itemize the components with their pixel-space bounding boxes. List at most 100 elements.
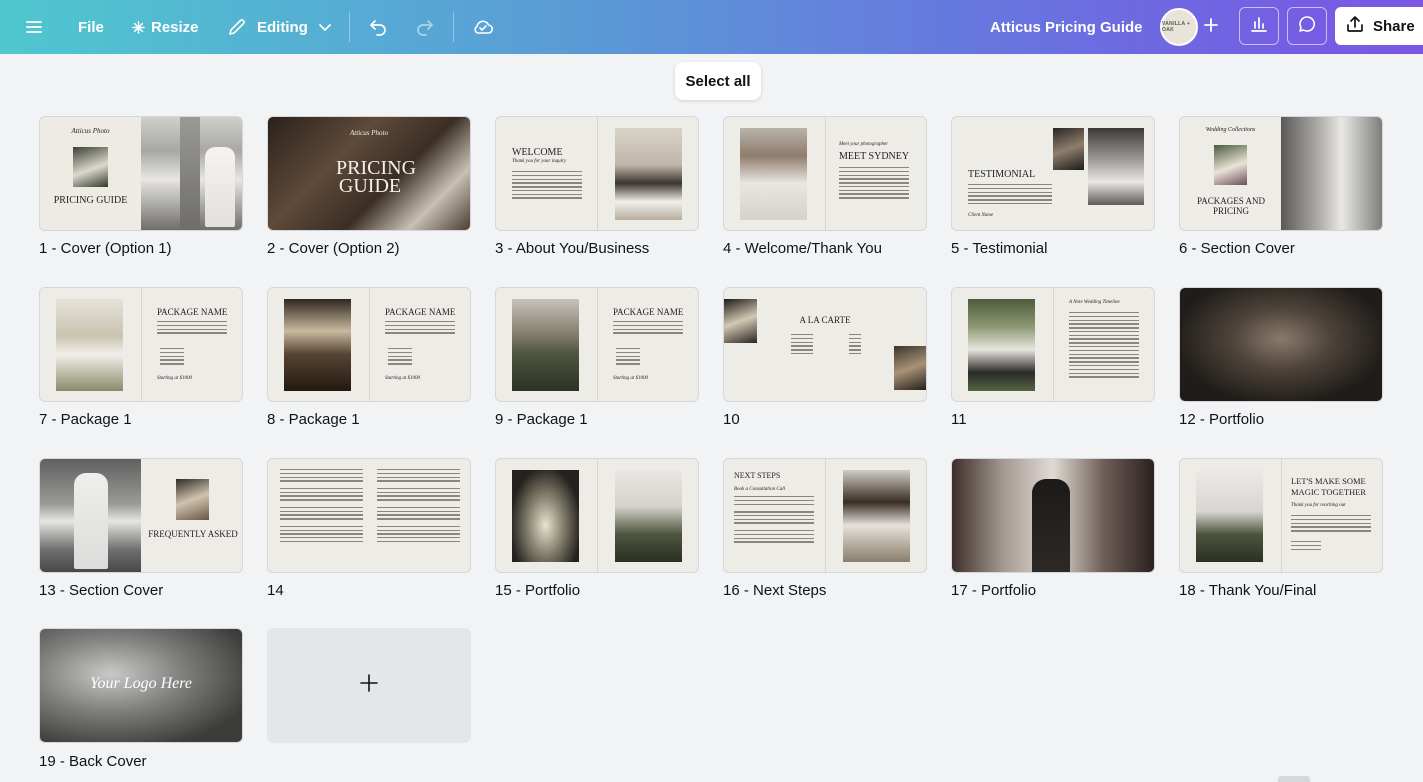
cloud-check-icon[interactable] (471, 0, 495, 54)
page-script-text: Book a Consultation Call (734, 487, 785, 492)
page-thumbnail-4[interactable]: Meet your photographer MEET SYDNEY (723, 116, 927, 231)
page-preview: A LA CARTE (724, 288, 926, 401)
page-preview: NEXT STEPS Book a Consultation Call (724, 459, 926, 572)
page-thumbnail-10[interactable]: A LA CARTE (723, 287, 927, 402)
bar-chart-icon (1249, 14, 1269, 39)
page-thumbnail-19[interactable]: Your Logo Here (39, 628, 243, 743)
page-thumbnail-18[interactable]: LET'S MAKE SOME MAGIC TOGETHER Thank you… (1179, 458, 1383, 573)
undo-icon[interactable] (367, 0, 389, 54)
hamburger-icon[interactable] (24, 0, 44, 54)
page-script-text: Thank you for reaching out (1291, 503, 1346, 508)
share-upload-icon (1345, 14, 1365, 38)
page-preview: Atticus Photo PRICING GUIDE (268, 117, 470, 230)
page-thumbnail-5[interactable]: TESTIMONIAL Client Name (951, 116, 1155, 231)
page-label-19: 19 - Back Cover (39, 753, 147, 770)
page-title-text: PRICING GUIDE (53, 195, 128, 206)
comment-icon (1297, 14, 1317, 39)
page-script-text: Atticus Photo (350, 129, 388, 137)
page-title-text: TESTIMONIAL (968, 169, 1036, 180)
page-script-text: Your Logo Here (90, 675, 192, 692)
page-thumbnail-7[interactable]: PACKAGE NAME Starting at $1000 (39, 287, 243, 402)
page-thumbnail-12[interactable] (1179, 287, 1383, 402)
page-preview: PACKAGE NAME Starting at $1000 (496, 288, 698, 401)
page-preview: Wedding Collections PACKAGES AND PRICING (1180, 117, 1382, 230)
pencil-icon (227, 17, 247, 37)
page-title-text: A LA CARTE (799, 315, 851, 325)
toolbar-divider (453, 12, 454, 42)
page-preview: FREQUENTLY ASKED (40, 459, 242, 572)
chevron-down-icon (318, 20, 332, 34)
editing-mode-dropdown[interactable]: Editing (227, 0, 332, 54)
resize-button[interactable]: Resize (132, 0, 199, 54)
page-thumbnail-1[interactable]: Atticus Photo PRICING GUIDE (39, 116, 243, 231)
page-script-text: A Note Wedding Timeline (1069, 300, 1120, 305)
page-preview: A Note Wedding Timeline (952, 288, 1154, 401)
page-title-text: LET'S MAKE SOME MAGIC TOGETHER (1291, 476, 1367, 497)
page-script-text: Starting at $1000 (613, 376, 649, 381)
page-label-5: 5 - Testimonial (951, 240, 1048, 257)
page-label-10: 10 (723, 411, 740, 428)
page-label-12: 12 - Portfolio (1179, 411, 1265, 428)
page-preview (268, 459, 470, 572)
page-thumbnail-16[interactable]: NEXT STEPS Book a Consultation Call (723, 458, 927, 573)
page-label-2: 2 - Cover (Option 2) (267, 240, 400, 257)
page-title-text: WELCOME (512, 147, 563, 158)
page-label-7: 7 - Package 1 (39, 411, 132, 428)
page-title-text: PACKAGES AND PRICING (1197, 196, 1265, 216)
page-label-1: 1 - Cover (Option 1) (39, 240, 172, 257)
select-all-label: Select all (685, 72, 751, 90)
page-title-text: NEXT STEPS (734, 471, 781, 480)
page-preview (952, 459, 1154, 572)
page-label-6: 6 - Section Cover (1179, 240, 1295, 257)
page-preview: Meet your photographer MEET SYDNEY (724, 117, 926, 230)
page-thumbnail-9[interactable]: PACKAGE NAME Starting at $1000 (495, 287, 699, 402)
page-script-text: Client Name (968, 213, 994, 218)
document-title[interactable]: Atticus Pricing Guide (990, 0, 1143, 54)
page-preview: Your Logo Here (40, 629, 242, 742)
page-label-4: 4 - Welcome/Thank You (723, 240, 882, 257)
page-label-11: 11 (951, 411, 967, 428)
scrollbar-thumb[interactable] (1278, 776, 1310, 782)
resize-label: Resize (151, 18, 199, 36)
page-script-text: Atticus Photo (71, 127, 110, 135)
page-label-14: 14 (267, 582, 284, 599)
page-script-text: Meet your photographer (839, 142, 889, 147)
page-title-text: PACKAGE NAME (613, 307, 684, 317)
page-thumbnail-11[interactable]: A Note Wedding Timeline (951, 287, 1155, 402)
page-thumbnail-2[interactable]: Atticus Photo PRICING GUIDE (267, 116, 471, 231)
share-button[interactable]: Share (1335, 7, 1423, 45)
page-title-text: FREQUENTLY ASKED (148, 529, 238, 539)
file-menu-button[interactable]: File (78, 0, 104, 54)
redo-icon[interactable] (414, 0, 436, 54)
page-label-3: 3 - About You/Business (495, 240, 650, 257)
page-script-text: Thank you for your inquiry (512, 159, 567, 164)
comments-button[interactable] (1287, 7, 1327, 45)
page-script-text: Wedding Collections (1205, 127, 1256, 133)
page-title-text: PACKAGE NAME (385, 307, 456, 317)
add-collaborator-button[interactable] (1192, 8, 1230, 46)
page-thumbnail-3[interactable]: WELCOME Thank you for your inquiry (495, 116, 699, 231)
select-all-button[interactable]: Select all (675, 62, 761, 100)
add-page-button[interactable] (267, 628, 471, 743)
page-preview: PACKAGE NAME Starting at $1000 (268, 288, 470, 401)
page-thumbnail-14[interactable] (267, 458, 471, 573)
page-thumbnail-6[interactable]: Wedding Collections PACKAGES AND PRICING (1179, 116, 1383, 231)
page-thumbnail-8[interactable]: PACKAGE NAME Starting at $1000 (267, 287, 471, 402)
page-label-13: 13 - Section Cover (39, 582, 164, 599)
editing-label: Editing (257, 18, 308, 36)
page-label-16: 16 - Next Steps (723, 582, 827, 599)
page-label-8: 8 - Package 1 (267, 411, 360, 428)
page-script-text: Starting at $1000 (385, 376, 421, 381)
page-thumbnail-17[interactable] (951, 458, 1155, 573)
page-preview: Atticus Photo PRICING GUIDE (40, 117, 242, 230)
page-preview: LET'S MAKE SOME MAGIC TOGETHER Thank you… (1180, 459, 1382, 572)
crown-icon (132, 20, 145, 34)
page-thumbnail-15[interactable] (495, 458, 699, 573)
page-title-text: PACKAGE NAME (157, 307, 228, 317)
insights-button[interactable] (1239, 7, 1279, 45)
page-preview (1180, 288, 1382, 401)
avatar-text: VANILLA + OAK (1162, 21, 1191, 33)
page-thumbnail-13[interactable]: FREQUENTLY ASKED (39, 458, 243, 573)
page-label-9: 9 - Package 1 (495, 411, 588, 428)
page-script-text: Starting at $1000 (157, 376, 193, 381)
